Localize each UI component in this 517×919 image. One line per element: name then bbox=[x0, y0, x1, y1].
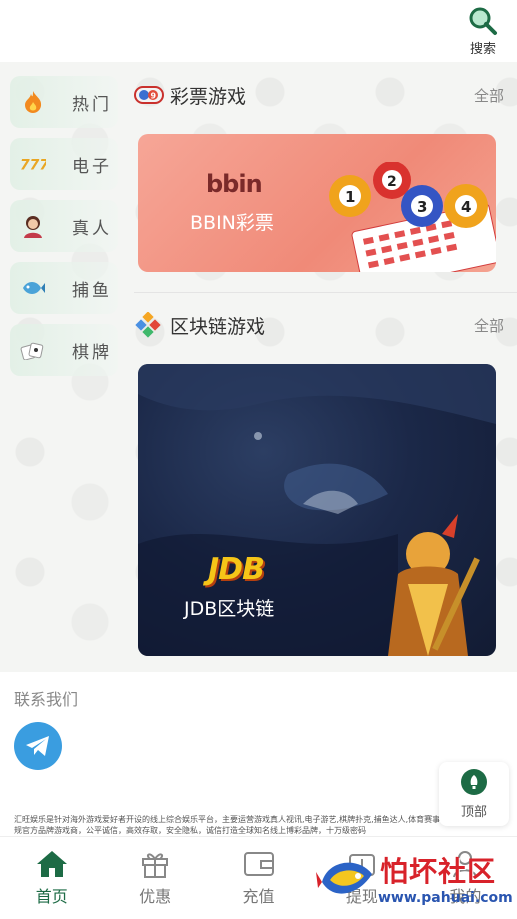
section-divider bbox=[134, 292, 517, 293]
lottery-ball-label: 4 bbox=[461, 198, 471, 216]
footer-description: 汇旺娱乐是针对海外游戏爱好者开设的线上综合娱乐平台，主要运营游戏真人视讯,电子游… bbox=[14, 815, 497, 835]
section-title: 彩票游戏 bbox=[170, 85, 247, 108]
wallet-icon bbox=[243, 852, 274, 876]
lottery-balls-illustration: 1 2 3 4 bbox=[329, 162, 496, 272]
game-content: 热门 777 电子 真人 捕鱼 棋牌 bbox=[0, 62, 517, 672]
live-dealer-icon bbox=[20, 213, 46, 239]
svg-text:9: 9 bbox=[151, 92, 157, 101]
tab-deposit[interactable]: 充值 bbox=[207, 837, 310, 919]
watermark: 怕坏社区 www.pahuai.com bbox=[316, 848, 516, 914]
telegram-icon bbox=[26, 736, 49, 756]
sidebar-item-label: 棋牌 bbox=[72, 342, 112, 363]
chain-section-header: 区块链游戏 全部 bbox=[134, 310, 504, 340]
lottery-ball-icon: 9 bbox=[134, 83, 164, 107]
section-title: 区块链游戏 bbox=[170, 315, 266, 338]
bbin-logo: bbin bbox=[206, 170, 263, 198]
sidebar-item-label: 电子 bbox=[72, 156, 112, 177]
gift-icon bbox=[142, 853, 169, 878]
fish-icon bbox=[20, 275, 46, 301]
game-card-name: BBIN彩票 bbox=[190, 212, 274, 234]
lottery-ball-label: 1 bbox=[345, 188, 355, 206]
jdb-blockchain-card[interactable]: JDB JDB区块链 bbox=[138, 364, 496, 656]
view-all-link[interactable]: 全部 bbox=[474, 85, 504, 106]
watermark-text: 怕坏社区 bbox=[380, 855, 497, 888]
fire-icon bbox=[20, 89, 46, 115]
sidebar-item-cards[interactable]: 棋牌 bbox=[10, 324, 118, 376]
slot-777-icon: 777 bbox=[20, 151, 46, 177]
game-card-name: JDB区块链 bbox=[184, 598, 275, 620]
sidebar-item-fishing[interactable]: 捕鱼 bbox=[10, 262, 118, 314]
sidebar-item-label: 真人 bbox=[72, 218, 112, 239]
view-all-link[interactable]: 全部 bbox=[474, 315, 504, 336]
contact-title: 联系我们 bbox=[14, 690, 79, 709]
svg-text:777: 777 bbox=[20, 158, 46, 174]
sidebar-item-live[interactable]: 真人 bbox=[10, 200, 118, 252]
watermark-url: www.pahuai.com bbox=[378, 890, 513, 906]
jdb-logo: JDB bbox=[208, 552, 265, 587]
bbin-lottery-card[interactable]: bbin BBIN彩票 1 2 3 4 bbox=[138, 134, 496, 272]
back-to-top-label: 顶部 bbox=[460, 804, 487, 820]
rocket-icon bbox=[461, 768, 487, 795]
cards-icon bbox=[20, 337, 46, 363]
header: 搜索 bbox=[0, 0, 517, 62]
tab-label: 充值 bbox=[242, 887, 275, 906]
tab-promotions[interactable]: 优惠 bbox=[103, 837, 206, 919]
search-button[interactable]: 搜索 bbox=[465, 6, 501, 58]
search-icon bbox=[469, 7, 497, 35]
blocks-icon bbox=[134, 312, 164, 338]
sidebar-item-label: 捕鱼 bbox=[72, 280, 112, 301]
sidebar-item-slots[interactable]: 777 电子 bbox=[10, 138, 118, 190]
search-label: 搜索 bbox=[469, 42, 496, 57]
tab-label: 首页 bbox=[35, 887, 68, 906]
tab-label: 优惠 bbox=[139, 887, 172, 906]
sidebar-item-hot[interactable]: 热门 bbox=[10, 76, 118, 128]
category-sidebar: 热门 777 电子 真人 捕鱼 棋牌 bbox=[10, 76, 118, 386]
back-to-top-button[interactable]: 顶部 bbox=[439, 762, 509, 826]
home-icon bbox=[36, 851, 67, 877]
lottery-ball-label: 3 bbox=[417, 198, 427, 216]
lottery-section-header: 9 彩票游戏 全部 bbox=[134, 80, 504, 110]
lottery-ball-label: 2 bbox=[387, 174, 397, 190]
fish-logo-icon bbox=[316, 862, 372, 894]
tab-home[interactable]: 首页 bbox=[0, 837, 103, 919]
telegram-button[interactable] bbox=[14, 722, 62, 770]
sidebar-item-label: 热门 bbox=[72, 94, 112, 115]
